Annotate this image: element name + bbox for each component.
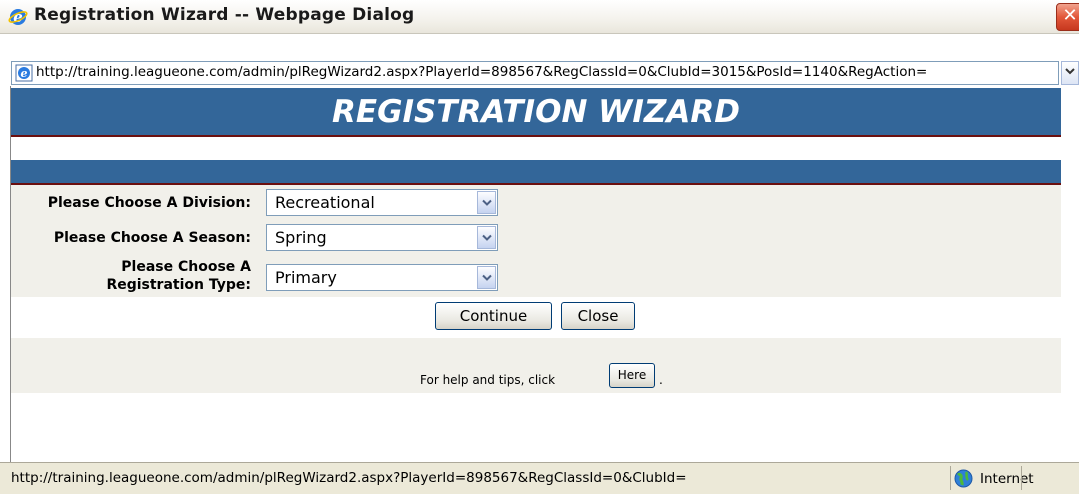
season-label: Please Choose A Season: — [53, 230, 251, 246]
registration-form: Please Choose A Division: Recreational P… — [11, 185, 1061, 297]
section-band — [11, 160, 1061, 185]
security-zone: Internet — [980, 471, 1034, 487]
page-header: REGISTRATION WIZARD — [11, 88, 1061, 137]
season-select[interactable]: Spring — [266, 224, 498, 251]
ie-page-icon: e — [15, 64, 33, 82]
season-dropdown-button[interactable] — [477, 226, 496, 249]
chevron-down-icon — [482, 199, 492, 206]
ie-icon: e — [8, 8, 28, 26]
status-url-panel: http://training.leagueone.com/admin/plRe… — [0, 466, 951, 490]
status-url: http://training.leagueone.com/admin/plRe… — [11, 470, 687, 486]
help-text: For help and tips, click — [420, 373, 556, 387]
title-bar: e Registration Wizard -- Webpage Dialog … — [0, 0, 1079, 34]
status-bar: http://training.leagueone.com/admin/plRe… — [0, 462, 1079, 494]
close-button[interactable]: Close — [561, 302, 635, 330]
division-select[interactable]: Recreational — [266, 189, 498, 216]
chevron-down-icon — [482, 274, 492, 281]
close-window-button[interactable]: ✕ — [1056, 3, 1079, 31]
chevron-down-icon — [1065, 68, 1075, 75]
regtype-label-line1: Please Choose A — [121, 259, 251, 275]
svg-text:e: e — [21, 67, 28, 80]
division-value: Recreational — [275, 193, 375, 212]
regtype-select[interactable]: Primary — [266, 264, 498, 291]
help-suffix: . — [659, 373, 663, 387]
page-title: REGISTRATION WIZARD — [332, 94, 740, 130]
division-dropdown-button[interactable] — [477, 191, 496, 214]
regtype-value: Primary — [275, 268, 337, 287]
address-url: http://training.leagueone.com/admin/plRe… — [36, 64, 928, 80]
close-icon: ✕ — [1062, 5, 1078, 26]
globe-icon — [954, 469, 973, 488]
season-value: Spring — [275, 228, 327, 247]
regtype-label-line2: Registration Type: — [106, 277, 251, 293]
status-divider — [1021, 466, 1022, 490]
division-label: Please Choose A Division: — [47, 195, 251, 211]
address-bar[interactable]: e http://training.leagueone.com/admin/pl… — [11, 61, 1059, 85]
chevron-down-icon — [482, 234, 492, 241]
window-title: Registration Wizard -- Webpage Dialog — [34, 5, 415, 25]
svg-text:e: e — [13, 8, 23, 26]
address-dropdown-button[interactable] — [1061, 61, 1079, 85]
continue-button[interactable]: Continue — [435, 302, 552, 330]
help-section: For help and tips, click Here . — [11, 338, 1061, 393]
regtype-dropdown-button[interactable] — [477, 266, 496, 289]
here-button[interactable]: Here — [609, 363, 655, 388]
